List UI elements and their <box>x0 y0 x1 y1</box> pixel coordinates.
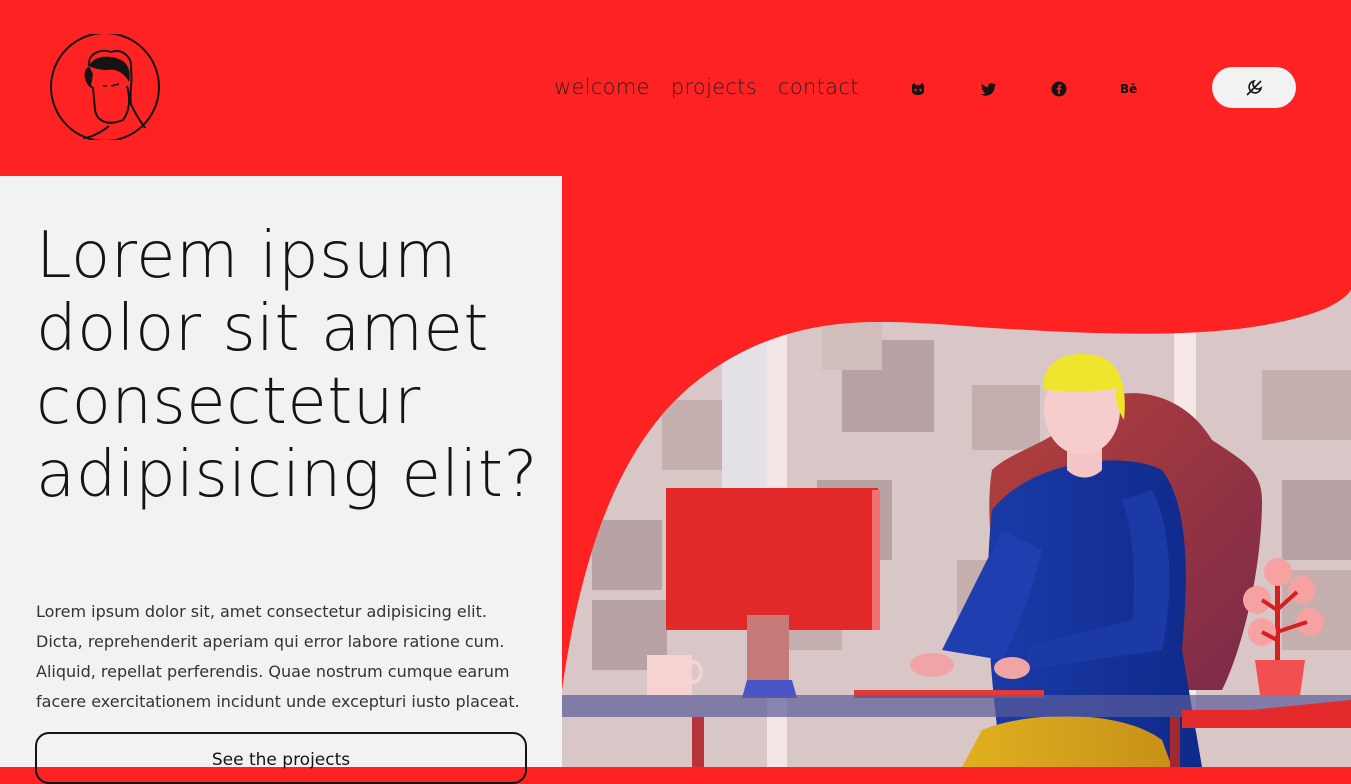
see-projects-button[interactable]: See the projects <box>35 732 527 784</box>
dark-mode-icon <box>1246 79 1263 96</box>
hero-paragraph: Lorem ipsum dolor sit, amet consectetur … <box>36 602 520 711</box>
behance-icon[interactable]: Bē <box>1120 80 1137 98</box>
avatar-logo[interactable] <box>49 32 161 142</box>
twitter-icon[interactable] <box>981 80 997 98</box>
facebook-icon[interactable] <box>1051 80 1067 98</box>
github-icon[interactable] <box>910 80 926 98</box>
hero-title: Lorem ipsum dolor sit amet consectetur a… <box>36 219 538 512</box>
site-header: welcome projects contact Bē <box>0 0 1351 176</box>
hero-illustration <box>562 270 1351 767</box>
nav-link-contact[interactable]: contact <box>778 75 859 99</box>
main-nav: welcome projects contact <box>554 75 859 99</box>
nav-link-projects[interactable]: projects <box>671 75 757 99</box>
behance-label: Bē <box>1120 82 1138 96</box>
theme-toggle-button[interactable] <box>1212 67 1296 108</box>
hero-panel: Lorem ipsum dolor sit amet consectetur a… <box>0 176 562 784</box>
nav-link-welcome[interactable]: welcome <box>554 75 650 99</box>
